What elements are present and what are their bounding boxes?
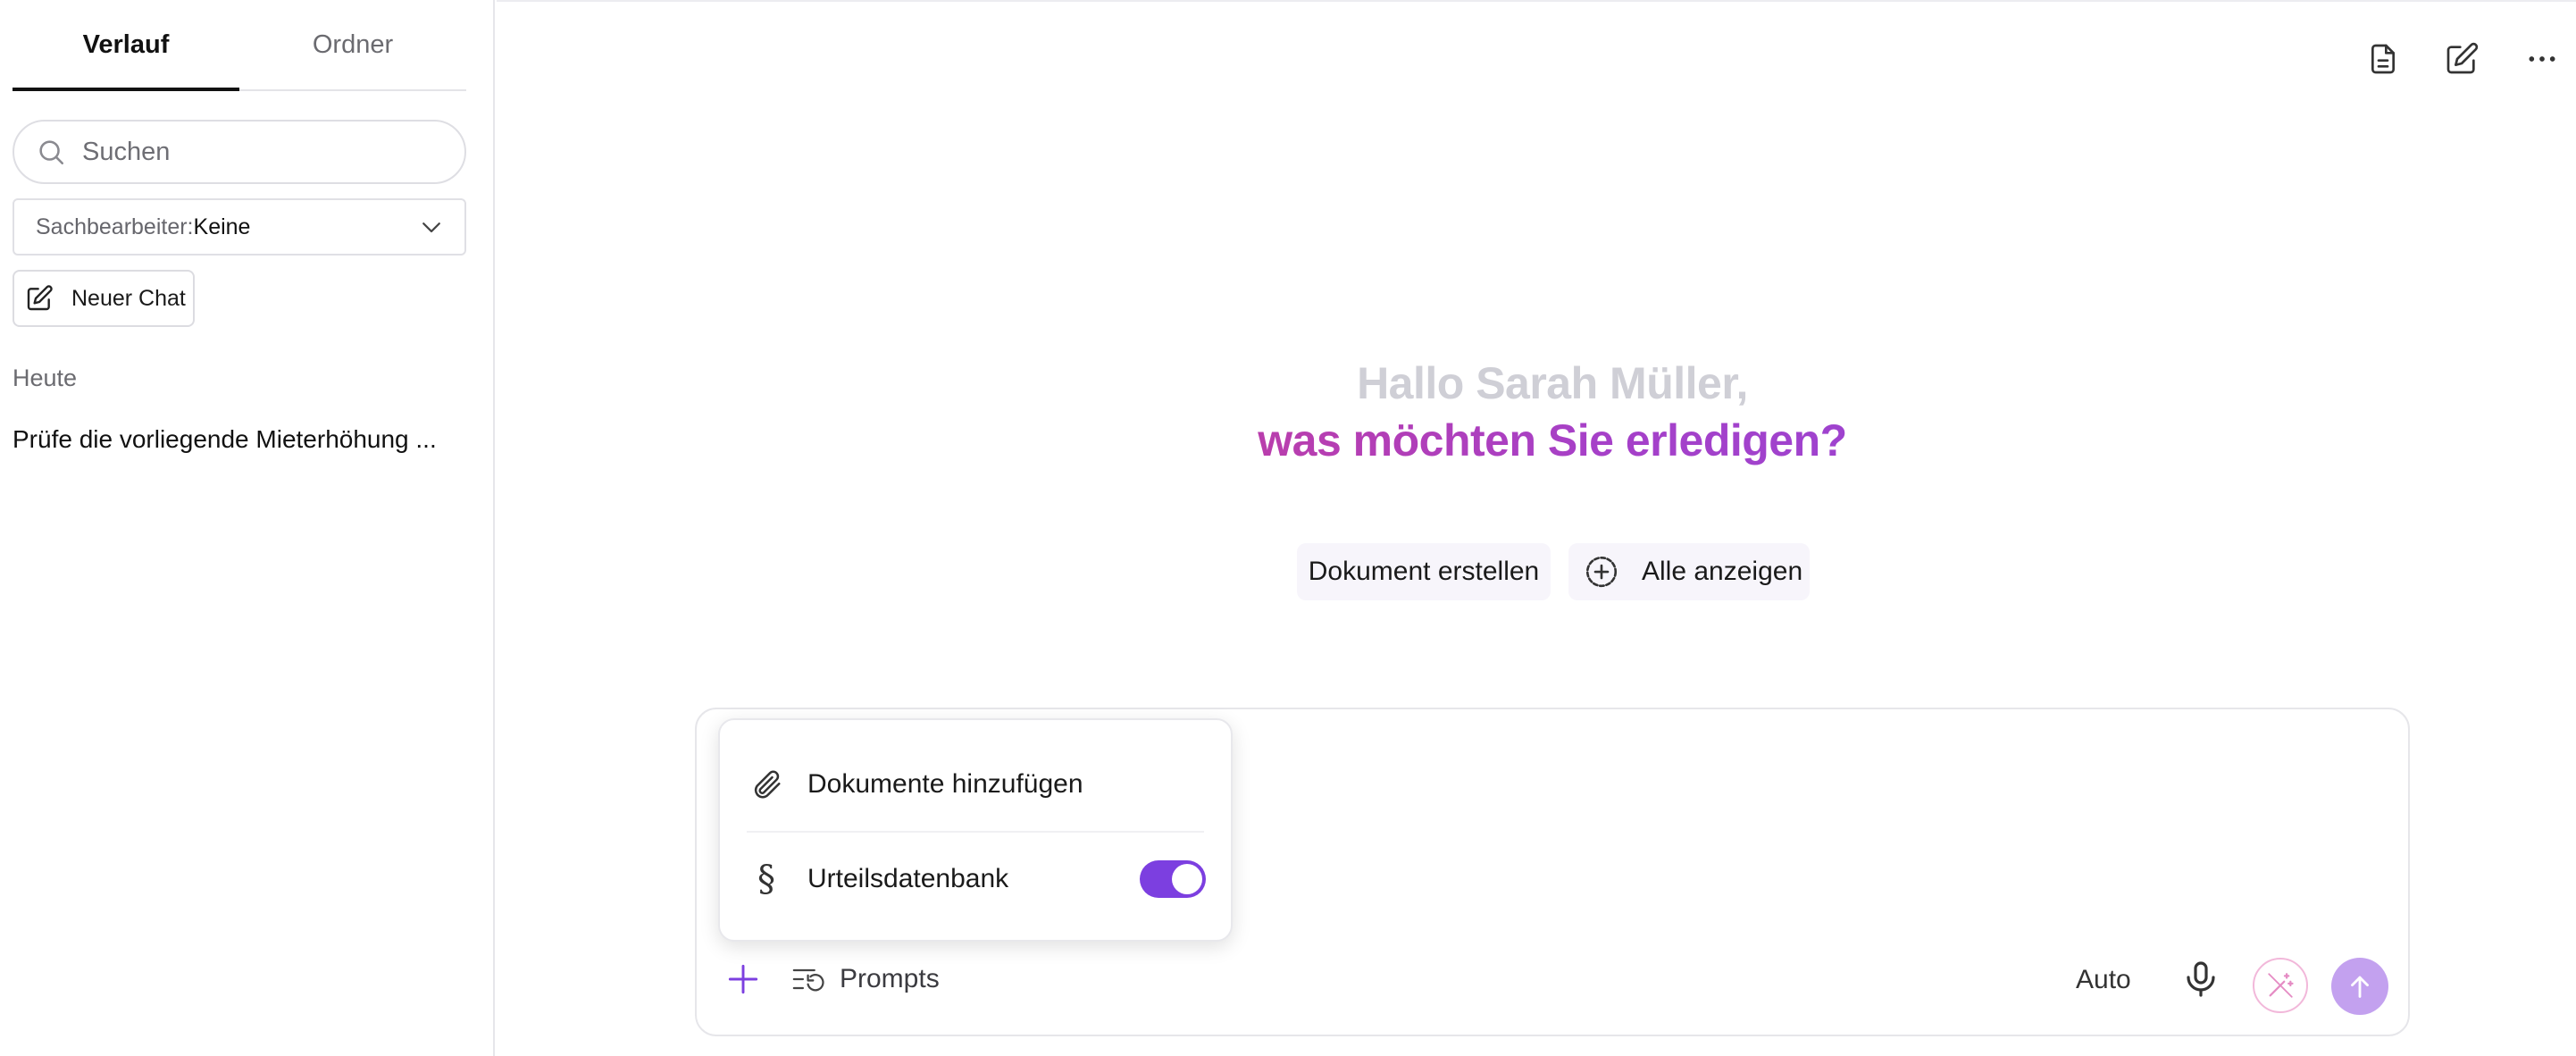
new-chat-label: Neuer Chat — [71, 285, 186, 311]
toggle-knob — [1172, 864, 1202, 894]
more-horizontal-icon — [2529, 56, 2555, 62]
new-chat-button[interactable]: Neuer Chat — [13, 270, 195, 327]
chevron-down-icon — [422, 222, 440, 233]
menu-item-add-documents[interactable]: Dokumente hinzufügen — [720, 738, 1231, 831]
caseworker-select-value: Keine — [193, 214, 251, 239]
new-chat-top-button[interactable] — [2440, 38, 2483, 80]
prompts-button[interactable]: Prompts — [791, 956, 940, 1002]
microphone-icon[interactable] — [2179, 958, 2222, 1001]
attach-menu: Dokumente hinzufügen § Urteilsdatenbank — [718, 718, 1233, 942]
edit-icon — [27, 285, 53, 311]
paperclip-icon — [749, 767, 784, 802]
magic-wand-icon — [2268, 973, 2294, 998]
prompts-label: Prompts — [840, 964, 940, 993]
document-button[interactable] — [2362, 38, 2405, 80]
suggestion-label: Dokument erstellen — [1308, 557, 1540, 586]
arrow-up-icon — [2351, 976, 2369, 998]
more-options-button[interactable] — [2521, 38, 2563, 80]
case-law-toggle[interactable] — [1140, 860, 1206, 898]
plus-circle-icon — [1585, 556, 1618, 588]
search-input[interactable] — [82, 137, 439, 167]
suggestion-create-document[interactable]: Dokument erstellen — [1297, 543, 1551, 600]
top-border — [497, 0, 2576, 2]
suggestion-show-all[interactable]: Alle anzeigen — [1568, 543, 1810, 600]
document-icon — [2371, 44, 2395, 74]
caseworker-select[interactable]: Sachbearbeiter: Keine — [13, 198, 466, 256]
plus-icon[interactable] — [723, 960, 763, 999]
search-icon — [39, 140, 64, 165]
prompt-history-icon — [792, 968, 824, 992]
greeting-title: Hallo Sarah Müller, — [1357, 358, 1748, 408]
search-box[interactable] — [13, 120, 466, 184]
tab-ordner[interactable]: Ordner — [239, 0, 466, 89]
suggestion-label: Alle anzeigen — [1642, 557, 1803, 586]
edit-icon — [2446, 42, 2479, 74]
menu-item-case-law-database[interactable]: § Urteilsdatenbank — [720, 833, 1231, 926]
paragraph-icon: § — [757, 859, 775, 900]
sidebar-tabs: Verlauf Ordner — [13, 0, 466, 91]
magic-wand-button[interactable] — [2253, 958, 2308, 1013]
menu-item-label: Urteilsdatenbank — [807, 864, 1009, 893]
tab-verlauf[interactable]: Verlauf — [13, 0, 239, 91]
caseworker-select-label: Sachbearbeiter: — [36, 214, 194, 239]
send-button[interactable] — [2331, 958, 2388, 1015]
app-root: Verlauf Ordner Sachbearbeiter: Keine Neu… — [0, 0, 2576, 1056]
history-section-heading: Heute — [13, 365, 78, 391]
greeting-question: was möchten Sie erledigen? — [1106, 415, 1999, 466]
history-item[interactable]: Prüfe die vorliegende Mieterhöhung ... — [13, 425, 468, 454]
menu-item-label: Dokumente hinzufügen — [807, 769, 1083, 799]
mode-selector[interactable]: Auto — [2076, 965, 2131, 995]
sidebar: Verlauf Ordner Sachbearbeiter: Keine Neu… — [0, 0, 495, 1056]
